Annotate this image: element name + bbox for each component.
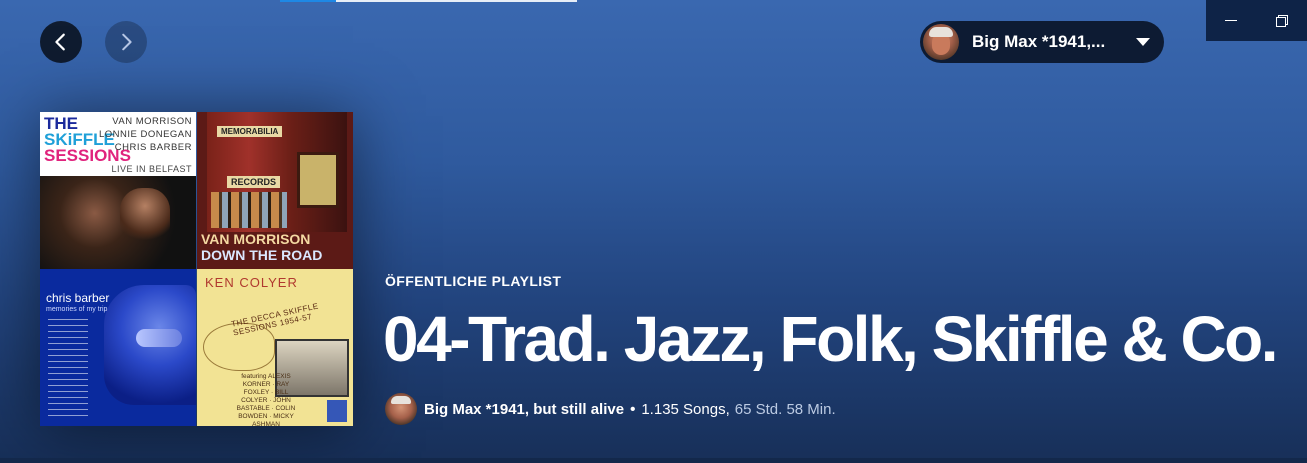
cover-photo bbox=[40, 176, 196, 269]
page-title: 04-Trad. Jazz, Folk, Skiffle & Co. bbox=[383, 303, 1279, 375]
playlist-type-label: ÖFFENTLICHE PLAYLIST bbox=[385, 273, 562, 289]
chevron-left-icon bbox=[55, 33, 65, 51]
window-controls bbox=[1206, 0, 1307, 41]
cover-artists: VAN MORRISON LONNIE DONEGAN CHRIS BARBER bbox=[98, 116, 192, 153]
top-tab-highlight bbox=[336, 0, 577, 2]
cover-tile-ken-colyer: KEN COLYER THE DECCA SKIFFLE SESSIONS 19… bbox=[197, 269, 353, 426]
cover-text: memories of my trip bbox=[46, 306, 108, 313]
cover-text: RECORDS bbox=[227, 176, 281, 188]
restore-icon bbox=[1276, 14, 1288, 27]
cover-text: chris barber bbox=[46, 291, 110, 305]
avatar bbox=[923, 24, 959, 60]
user-name: Big Max *1941,... bbox=[972, 32, 1106, 51]
progress-accent-line bbox=[280, 0, 336, 2]
playlist-cover-art: THE SKiFFLE SESSIONS VAN MORRISON LONNIE… bbox=[40, 112, 353, 426]
minimize-icon bbox=[1225, 20, 1237, 21]
cover-text: LIVE IN BELFAST bbox=[111, 164, 192, 174]
restore-button[interactable] bbox=[1257, 0, 1307, 41]
caret-down-icon bbox=[1136, 38, 1150, 46]
separator-dot: • bbox=[630, 400, 636, 418]
cover-text: THE DECCA SKIFFLE SESSIONS 1954-57 bbox=[230, 301, 320, 338]
forward-button[interactable] bbox=[105, 21, 147, 63]
minimize-button[interactable] bbox=[1206, 0, 1256, 41]
cover-text: MEMORABILIA bbox=[217, 126, 283, 137]
owner-avatar[interactable] bbox=[385, 393, 417, 425]
cover-text: featuring ALEXIS KORNER · RAY FOXLEY · B… bbox=[236, 373, 296, 426]
cover-tile-down-the-road: MEMORABILIA RECORDS VAN MORRISON DOWN TH… bbox=[197, 112, 353, 269]
back-button[interactable] bbox=[40, 21, 82, 63]
chevron-right-icon bbox=[122, 33, 132, 51]
cover-text: VAN MORRISON bbox=[201, 231, 311, 247]
cover-tile-skiffle-sessions: THE SKiFFLE SESSIONS VAN MORRISON LONNIE… bbox=[40, 112, 196, 269]
total-duration: 65 Std. 58 Min. bbox=[734, 400, 836, 418]
user-menu-button[interactable]: Big Max *1941,... bbox=[920, 21, 1164, 63]
song-count: 1.135 Songs, bbox=[641, 400, 730, 418]
cover-tile-chris-barber: chris barber memories of my trip bbox=[40, 269, 196, 426]
cover-text: DOWN THE ROAD bbox=[201, 247, 323, 263]
playlist-meta: Big Max *1941, but still alive • 1.135 S… bbox=[385, 392, 836, 426]
cover-text: KEN COLYER bbox=[205, 275, 298, 290]
section-divider bbox=[0, 458, 1307, 463]
owner-link[interactable]: Big Max *1941, but still alive bbox=[424, 401, 624, 418]
